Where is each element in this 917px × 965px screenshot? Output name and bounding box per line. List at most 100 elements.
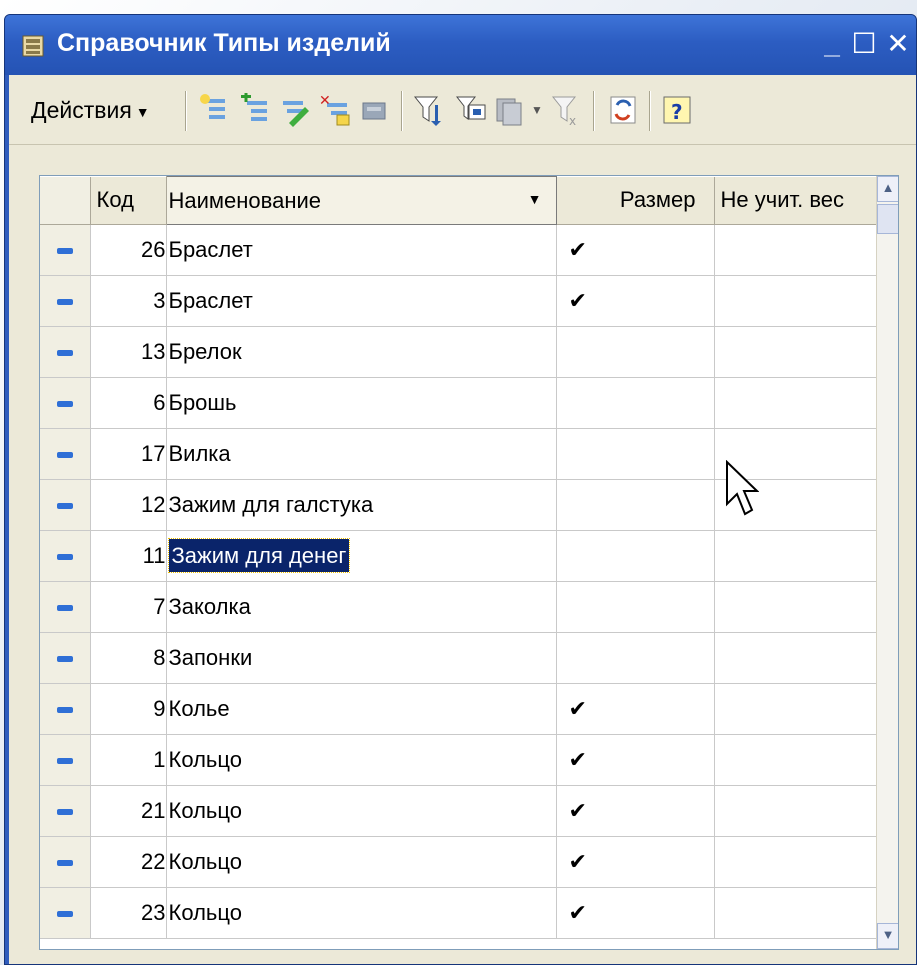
table-row[interactable]: 23 Кольцо ✔ xyxy=(40,887,877,939)
no-weight-flag-cell[interactable] xyxy=(714,530,877,582)
name-cell[interactable]: Брошь xyxy=(166,377,557,429)
code-cell[interactable]: 17 xyxy=(90,428,167,480)
code-cell[interactable]: 9 xyxy=(90,683,167,735)
table-row[interactable]: 13 Брелок xyxy=(40,326,877,378)
no-weight-flag-cell[interactable] xyxy=(714,683,877,735)
move-to-group-icon[interactable] xyxy=(359,93,391,127)
name-cell[interactable]: Браслет xyxy=(166,224,557,276)
name-cell-text: Браслет xyxy=(168,237,253,262)
table-row[interactable]: 1 Кольцо ✔ xyxy=(40,734,877,786)
code-cell[interactable]: 12 xyxy=(90,479,167,531)
no-weight-flag-cell[interactable] xyxy=(714,632,877,684)
history-icon[interactable] xyxy=(495,93,527,127)
name-cell[interactable]: Вилка xyxy=(166,428,557,480)
no-weight-flag-cell[interactable] xyxy=(714,275,877,327)
size-flag-cell[interactable]: ✔ xyxy=(556,683,715,735)
minimize-button[interactable]: _ xyxy=(817,29,847,59)
table-row[interactable]: 7 Заколка xyxy=(40,581,877,633)
code-cell[interactable]: 6 xyxy=(90,377,167,429)
size-flag-cell[interactable] xyxy=(556,428,715,480)
no-weight-flag-cell[interactable] xyxy=(714,377,877,429)
chevron-down-icon[interactable]: ▼ xyxy=(531,103,543,117)
table-row[interactable]: 8 Запонки xyxy=(40,632,877,684)
table-row[interactable]: 6 Брошь xyxy=(40,377,877,429)
name-cell[interactable]: Кольцо xyxy=(166,785,557,837)
code-cell[interactable]: 13 xyxy=(90,326,167,378)
no-weight-flag-cell[interactable] xyxy=(714,785,877,837)
no-weight-flag-cell[interactable] xyxy=(714,887,877,939)
actions-menu[interactable]: Действия ▼ xyxy=(31,97,150,124)
name-cell[interactable]: Кольцо xyxy=(166,734,557,786)
size-flag-cell[interactable] xyxy=(556,377,715,429)
size-flag-cell[interactable]: ✔ xyxy=(556,275,715,327)
table-row[interactable]: 21 Кольцо ✔ xyxy=(40,785,877,837)
column-header-size[interactable]: Размер xyxy=(556,176,715,225)
chevron-down-icon: ▼ xyxy=(135,103,150,120)
table-row[interactable]: 9 Колье ✔ xyxy=(40,683,877,735)
table-row[interactable]: 26 Браслет ✔ xyxy=(40,224,877,276)
checkmark-icon: ✔ xyxy=(568,849,587,874)
size-flag-cell[interactable]: ✔ xyxy=(556,734,715,786)
size-flag-cell[interactable] xyxy=(556,479,715,531)
name-cell[interactable]: Брелок xyxy=(166,326,557,378)
code-cell[interactable]: 3 xyxy=(90,275,167,327)
code-cell[interactable]: 11 xyxy=(90,530,167,582)
code-cell[interactable]: 8 xyxy=(90,632,167,684)
code-cell[interactable]: 1 xyxy=(90,734,167,786)
delete-mark-icon[interactable]: ✕ xyxy=(319,93,351,127)
title-bar[interactable]: Справочник Типы изделий _ ☐ ✕ xyxy=(5,15,916,75)
size-flag-cell[interactable] xyxy=(556,581,715,633)
scroll-up-button[interactable]: ▲ xyxy=(877,176,898,202)
no-weight-flag-cell[interactable] xyxy=(714,734,877,786)
edit-item-icon[interactable] xyxy=(279,93,311,127)
name-cell[interactable]: Зажим для галстука xyxy=(166,479,557,531)
size-flag-cell[interactable]: ✔ xyxy=(556,224,715,276)
name-cell[interactable]: Заколка xyxy=(166,581,557,633)
row-marker-cell xyxy=(40,326,91,378)
column-header-code[interactable]: Код xyxy=(90,176,167,225)
name-cell[interactable]: Кольцо xyxy=(166,887,557,939)
size-flag-cell[interactable] xyxy=(556,632,715,684)
column-header-no-weight[interactable]: Не учит. вес xyxy=(714,176,877,225)
no-weight-flag-cell[interactable] xyxy=(714,224,877,276)
no-weight-flag-cell[interactable] xyxy=(714,581,877,633)
add-group-icon[interactable] xyxy=(239,93,271,127)
name-cell[interactable]: Запонки xyxy=(166,632,557,684)
size-flag-cell[interactable]: ✔ xyxy=(556,887,715,939)
scroll-down-button[interactable]: ▼ xyxy=(877,923,898,949)
maximize-button[interactable]: ☐ xyxy=(849,29,879,59)
table-row[interactable]: 11 Зажим для денег xyxy=(40,530,877,582)
code-cell[interactable]: 26 xyxy=(90,224,167,276)
filter-icon[interactable] xyxy=(413,93,445,127)
add-item-icon[interactable] xyxy=(199,93,231,127)
no-weight-flag-cell[interactable] xyxy=(714,326,877,378)
no-weight-flag-cell[interactable] xyxy=(714,836,877,888)
row-marker-cell xyxy=(40,734,91,786)
size-flag-cell[interactable]: ✔ xyxy=(556,836,715,888)
code-cell[interactable]: 21 xyxy=(90,785,167,837)
filter-value-icon[interactable] xyxy=(455,93,487,127)
column-header-name[interactable]: Наименование ▼ xyxy=(165,176,557,225)
toolbar-separator xyxy=(185,91,187,131)
table-row[interactable]: 3 Браслет ✔ xyxy=(40,275,877,327)
name-cell[interactable]: Кольцо xyxy=(166,836,557,888)
name-cell[interactable]: Зажим для денег xyxy=(166,530,557,582)
name-cell-text: Заколка xyxy=(168,594,251,619)
help-icon[interactable]: ? xyxy=(661,93,693,127)
size-flag-cell[interactable] xyxy=(556,530,715,582)
refresh-icon[interactable] xyxy=(607,93,639,127)
table-row[interactable]: 22 Кольцо ✔ xyxy=(40,836,877,888)
code-cell[interactable]: 22 xyxy=(90,836,167,888)
size-flag-cell[interactable] xyxy=(556,326,715,378)
vertical-scrollbar[interactable]: ▲ ▼ xyxy=(876,176,898,949)
checkmark-icon: ✔ xyxy=(568,237,587,262)
clear-filter-icon[interactable]: x xyxy=(551,93,583,127)
size-flag-cell[interactable]: ✔ xyxy=(556,785,715,837)
code-cell[interactable]: 23 xyxy=(90,887,167,939)
scroll-thumb[interactable] xyxy=(877,204,898,234)
name-cell[interactable]: Браслет xyxy=(166,275,557,327)
code-cell[interactable]: 7 xyxy=(90,581,167,633)
items-table[interactable]: Код Наименование ▼ Размер Не учит. вес 2… xyxy=(39,175,899,950)
close-button[interactable]: ✕ xyxy=(883,29,913,59)
name-cell[interactable]: Колье xyxy=(166,683,557,735)
